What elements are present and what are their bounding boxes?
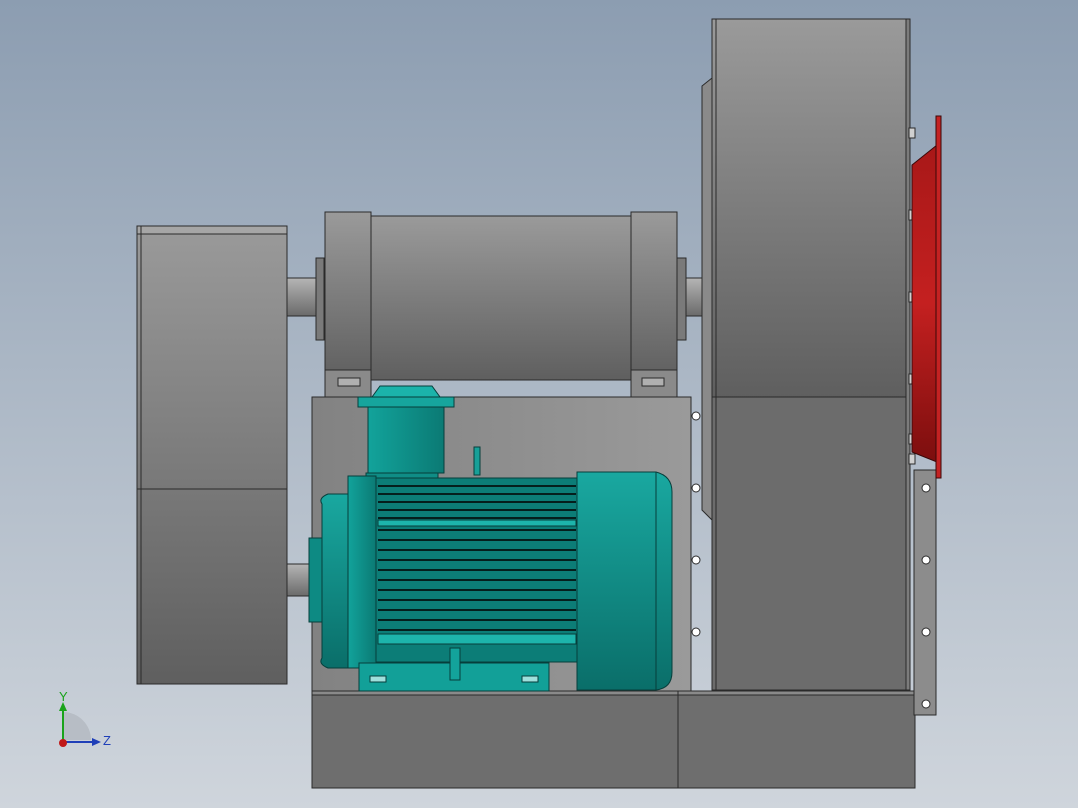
bearing-housing[interactable] (315, 211, 687, 381)
inlet-flange-bracket (913, 469, 937, 716)
pulley-guard[interactable] (136, 225, 288, 685)
x-axis-dot (59, 739, 67, 747)
fan-shaft (685, 277, 705, 317)
fan-housing[interactable] (701, 18, 911, 691)
base-frame (311, 690, 916, 789)
cad-viewport[interactable]: Y Z (0, 0, 1078, 808)
z-axis-label: Z (103, 733, 111, 748)
upper-shaft (286, 277, 320, 317)
terminal-box (367, 406, 445, 474)
y-axis-label: Y (59, 689, 68, 704)
inlet-cone[interactable] (911, 115, 942, 479)
terminal-box-cap (357, 396, 455, 408)
lifting-eye (473, 446, 481, 476)
